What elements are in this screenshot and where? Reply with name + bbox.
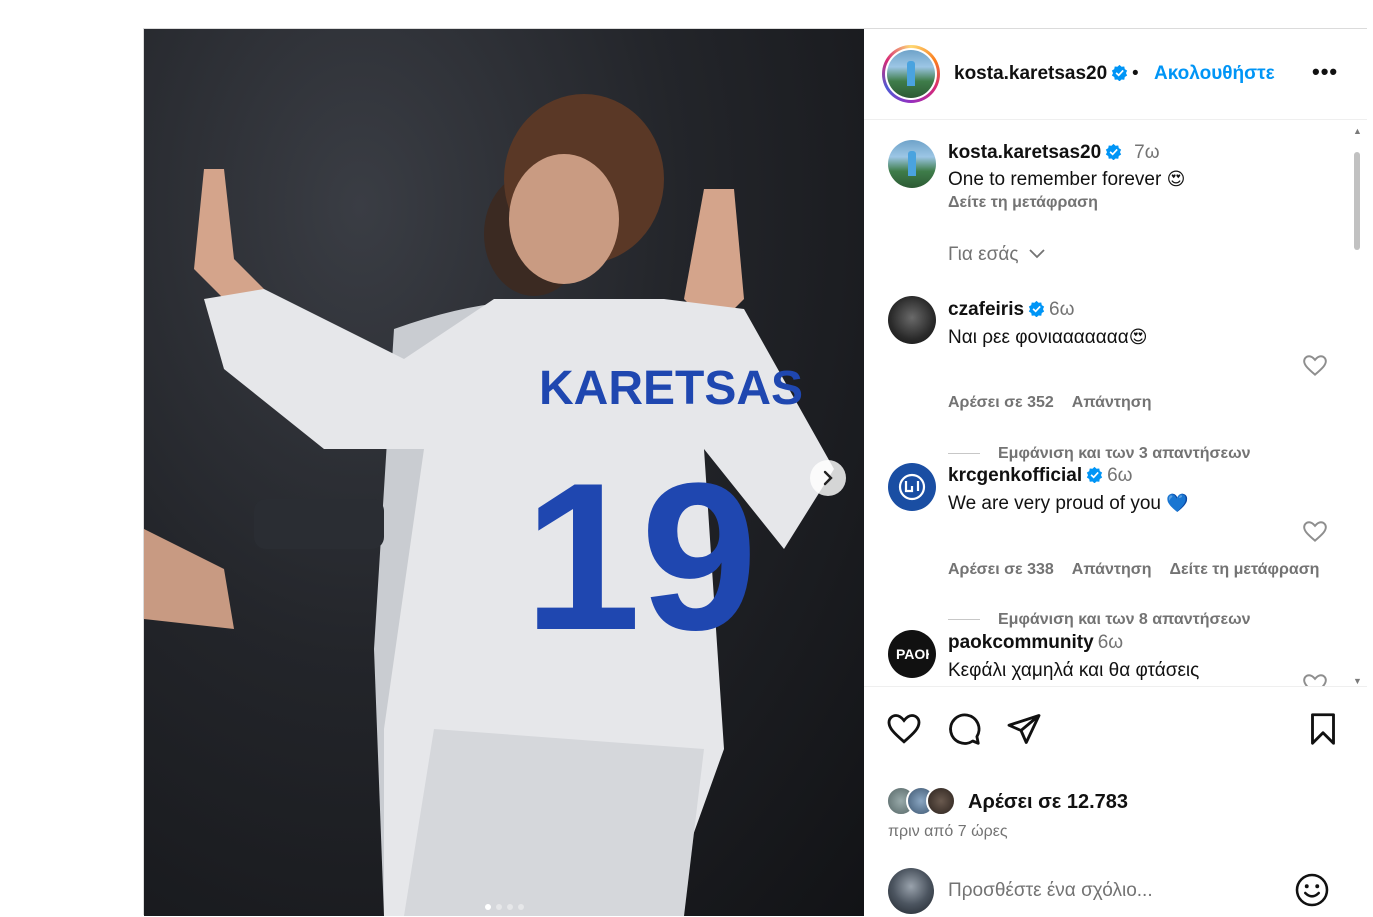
liker-avatar [926, 786, 956, 816]
comment-meta: Αρέσει σε 352 Απάντηση [948, 394, 1170, 412]
post-side-panel: kosta.karetsas20 • Ακολουθήστε ••• kosta… [864, 29, 1367, 916]
view-replies-button[interactable]: Εμφάνιση και των 8 απαντήσεων [948, 611, 1251, 629]
see-translation-link[interactable]: Δείτε τη μετάφραση [948, 194, 1098, 212]
verified-badge-icon [1028, 300, 1045, 317]
caption-time[interactable]: 7ω [1134, 142, 1159, 163]
comment-author: czafeiris 6ω [948, 299, 1074, 321]
heart-eyes-emoji: 😍 [1128, 327, 1148, 348]
genk-logo-icon [898, 473, 926, 501]
post-image[interactable]: KARETSAS 19 [144, 29, 864, 916]
caption-text-content: One to remember forever [948, 169, 1162, 190]
comment-time[interactable]: 6ω [1049, 299, 1074, 320]
like-heart-icon[interactable] [886, 711, 922, 747]
comment-bubble-icon[interactable] [946, 711, 982, 747]
comment-time[interactable]: 6ω [1098, 632, 1123, 653]
post-actions: Αρέσει σε 12.783 πριν από 7 ώρες [864, 686, 1367, 917]
more-options-button[interactable]: ••• [1312, 59, 1338, 85]
scroll-down-arrow-icon[interactable]: ▼ [1353, 676, 1362, 686]
svg-text:PAOK: PAOK [896, 646, 929, 662]
post-container: KARETSAS 19 kosta.karetsas20 • Ακολουθήσ… [143, 28, 1367, 916]
comment-input[interactable] [946, 874, 1270, 908]
comment-author: krcgenkofficial 6ω [948, 465, 1133, 487]
emoji-picker-icon[interactable] [1294, 872, 1330, 908]
carousel-dot [495, 904, 502, 910]
commenter-avatar[interactable]: PAOK [888, 630, 936, 678]
comment-likes[interactable]: Αρέσει σε 352 [948, 394, 1054, 411]
comment-sort-dropdown[interactable]: Για εσάς [948, 244, 1046, 266]
comment-time[interactable]: 6ω [1107, 465, 1132, 486]
header-separator: • [1132, 63, 1139, 84]
carousel-dot [517, 904, 524, 910]
commenter-avatar[interactable] [888, 463, 936, 511]
replies-divider [948, 619, 980, 621]
verified-badge-icon [1106, 143, 1122, 160]
chevron-right-icon [823, 470, 833, 486]
reply-button[interactable]: Απάντηση [1072, 561, 1152, 578]
heart-eyes-emoji: 😍 [1166, 169, 1186, 190]
scrollbar-thumb[interactable] [1354, 152, 1360, 250]
next-image-button[interactable] [810, 460, 846, 496]
carousel-dots [144, 904, 864, 910]
comment-text: Ναι ρεε φονιααααααα😍 [948, 327, 1148, 349]
comment-text: Κεφάλι χαμηλά και θα φτάσεις [948, 660, 1200, 681]
carousel-dot [506, 904, 513, 910]
share-paper-plane-icon[interactable] [1006, 711, 1042, 747]
comment-author: paokcommunity 6ω [948, 632, 1123, 654]
caption-author: kosta.karetsas20 7ω [948, 142, 1160, 164]
blue-heart-emoji: 💙 [1166, 493, 1189, 514]
view-replies-label: Εμφάνιση και των 8 απαντήσεων [998, 611, 1251, 628]
chevron-down-icon [1029, 249, 1045, 259]
verified-badge-icon [1086, 466, 1103, 483]
like-comment-heart-icon[interactable] [1302, 672, 1328, 686]
save-bookmark-icon[interactable] [1305, 711, 1341, 747]
verified-badge-icon [1112, 64, 1128, 81]
comment-text-content: We are very proud of you [948, 493, 1161, 514]
view-replies-button[interactable]: Εμφάνιση και των 3 απαντήσεων [948, 445, 1251, 463]
view-replies-label: Εμφάνιση και των 3 απαντήσεων [998, 445, 1251, 462]
post-header: kosta.karetsas20 • Ακολουθήστε ••• [864, 29, 1367, 120]
comment-text: We are very proud of you 💙 [948, 493, 1189, 515]
like-comment-heart-icon[interactable] [1302, 353, 1328, 379]
comment-username[interactable]: paokcommunity [948, 632, 1094, 653]
jersey-name: KARETSAS [539, 362, 803, 415]
comment-username[interactable]: krcgenkofficial [948, 465, 1082, 486]
scroll-up-arrow-icon[interactable]: ▲ [1353, 126, 1362, 136]
caption-author-avatar[interactable] [888, 140, 936, 188]
caption-text: One to remember forever 😍 [948, 169, 1185, 191]
comment-meta: Αρέσει σε 338 Απάντηση Δείτε τη μετάφραση [948, 561, 1337, 579]
follow-button[interactable]: Ακολουθήστε [1154, 63, 1275, 85]
author-avatar[interactable] [882, 45, 940, 103]
carousel-dot [484, 904, 491, 910]
post-timestamp[interactable]: πριν από 7 ώρες [888, 823, 1008, 841]
add-comment-bar [864, 862, 1367, 917]
reply-button[interactable]: Απάντηση [1072, 394, 1152, 411]
comment-sort-label: Για εσάς [948, 244, 1019, 265]
comments-list[interactable]: kosta.karetsas20 7ω One to remember forev… [864, 120, 1367, 686]
player-photo: KARETSAS 19 [144, 94, 834, 916]
replies-divider [948, 453, 980, 455]
comment-username[interactable]: czafeiris [948, 299, 1024, 320]
likes-count[interactable]: Αρέσει σε 12.783 [968, 791, 1128, 814]
paok-logo-icon: PAOK [896, 646, 929, 662]
like-comment-heart-icon[interactable] [1302, 519, 1328, 545]
comment-text-content: Ναι ρεε φονιααααααα [948, 327, 1129, 348]
see-translation-link[interactable]: Δείτε τη μετάφραση [1170, 561, 1320, 578]
caption-username[interactable]: kosta.karetsas20 [948, 142, 1101, 163]
liked-by-avatars[interactable] [886, 786, 966, 816]
author-username[interactable]: kosta.karetsas20 [954, 63, 1128, 85]
comment-likes[interactable]: Αρέσει σε 338 [948, 561, 1054, 578]
current-user-avatar [888, 868, 934, 914]
commenter-avatar[interactable] [888, 296, 936, 344]
author-username-text[interactable]: kosta.karetsas20 [954, 63, 1107, 84]
jersey-number: 19 [524, 439, 758, 674]
comments-scrollbar[interactable]: ▲ ▼ [1352, 126, 1362, 686]
